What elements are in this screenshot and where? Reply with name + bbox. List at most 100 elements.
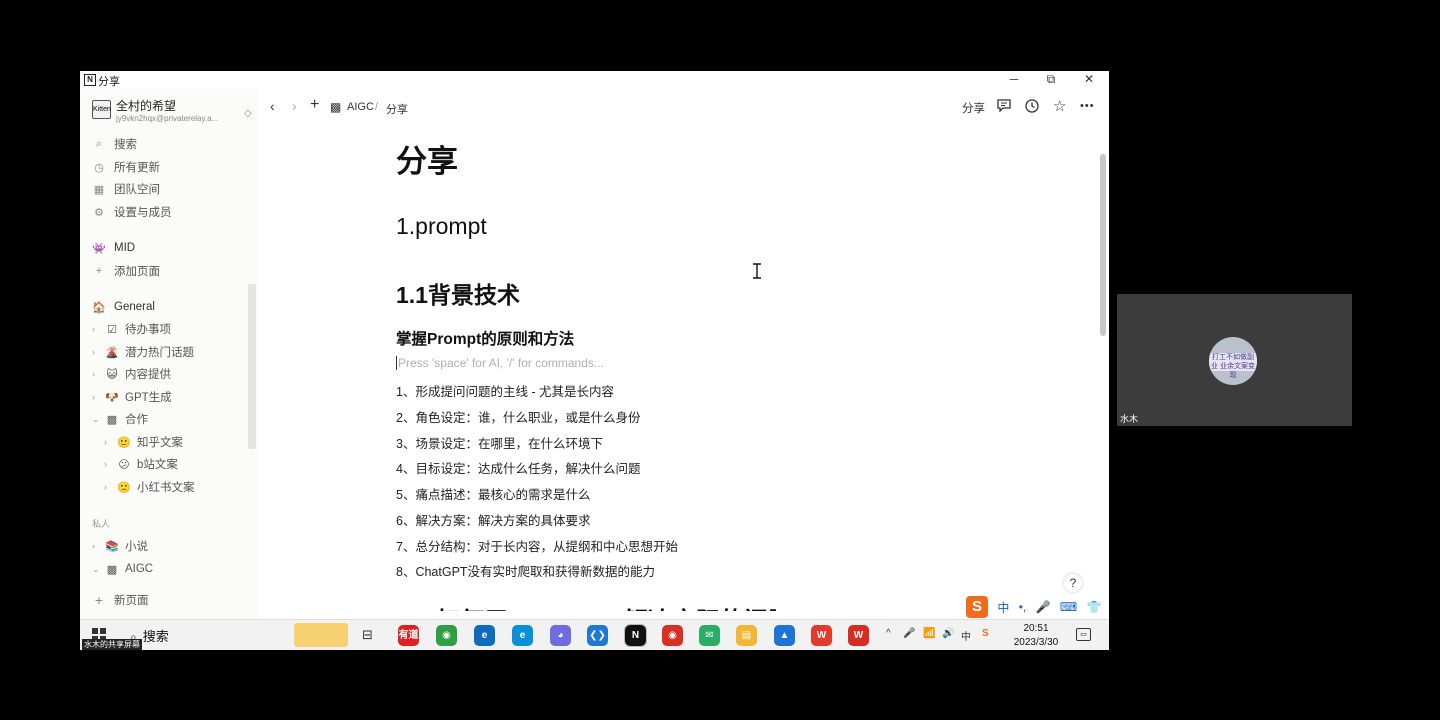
- taskbar-app-wechat[interactable]: ✉: [699, 625, 720, 646]
- page-title[interactable]: 分享: [396, 136, 458, 181]
- taskbar-app-vscode[interactable]: ❮❯: [587, 625, 608, 646]
- sidebar-item-teamspaces[interactable]: ▦ 团队空间: [92, 179, 160, 199]
- avatar-text: 打工不如做副业 业余文案变现: [1209, 353, 1257, 379]
- taskbar-search[interactable]: ⌕ 搜索: [130, 626, 169, 645]
- sidebar-item-gpt[interactable]: › 🐶 GPT生成: [92, 387, 172, 407]
- chevron-down-icon[interactable]: ⌄: [92, 564, 102, 575]
- more-button[interactable]: •••: [1080, 100, 1095, 112]
- list-item[interactable]: 7、总分结构：对于长内容，从提纲和中心思想开始: [396, 536, 678, 555]
- pattern-icon: ▩: [330, 100, 342, 114]
- sidebar-item-search[interactable]: ⌕ 搜索: [92, 134, 137, 154]
- sidebar-item-bilibili[interactable]: › 😕 b站文案: [104, 454, 178, 474]
- sogou-logo-icon[interactable]: S: [966, 596, 988, 618]
- help-button[interactable]: ?: [1064, 574, 1082, 592]
- page-scrollbar[interactable]: [1100, 154, 1106, 336]
- taskbar-app-chrome-profile[interactable]: ◉: [662, 625, 683, 646]
- add-button[interactable]: +: [310, 96, 319, 114]
- taskbar-app-discord[interactable]: ◕: [550, 625, 571, 646]
- chevron-right-icon[interactable]: ›: [92, 369, 102, 379]
- notification-icon[interactable]: ▭: [1076, 628, 1091, 641]
- heading-principles[interactable]: 掌握Prompt的原则和方法: [396, 327, 574, 349]
- search-highlight-icon[interactable]: [294, 623, 348, 647]
- keyboard-icon[interactable]: ⌨: [1060, 600, 1077, 614]
- chevron-right-icon[interactable]: ›: [92, 347, 102, 357]
- taskbar-app-wps[interactable]: W: [811, 625, 832, 646]
- sidebar-item-updates[interactable]: ◷ 所有更新: [92, 157, 160, 177]
- sidebar-item-hot-topics[interactable]: › 🌋 潜力热门话题: [92, 342, 194, 362]
- minimize-button[interactable]: ─: [999, 72, 1029, 86]
- chevron-down-icon[interactable]: ⌄: [92, 414, 102, 425]
- sidebar-item-cooperation[interactable]: ⌄ ▩ 合作: [92, 409, 148, 429]
- list-item[interactable]: 6、解决方案：解决方案的具体要求: [396, 510, 590, 529]
- chevron-right-icon[interactable]: ›: [92, 324, 102, 334]
- ime-chinese-toggle[interactable]: 中: [997, 599, 1009, 616]
- topbar: ‹ › + ▩ AIGC / 分享 分享 ☆ •••: [258, 89, 1109, 125]
- sidebar-scrollbar[interactable]: [248, 284, 256, 449]
- chevron-right-icon[interactable]: ›: [92, 392, 102, 402]
- comment-icon[interactable]: [997, 99, 1011, 115]
- sidebar-item-xiaohongshu[interactable]: › 🙁 小红书文案: [104, 477, 195, 497]
- task-view-icon[interactable]: ⊟: [362, 627, 373, 643]
- ime-toolbar[interactable]: S 中 •, 🎤 ⌨ 👕 ▦: [966, 596, 1109, 618]
- chevron-right-icon[interactable]: ›: [104, 437, 114, 447]
- microphone-icon[interactable]: 🎤: [1036, 600, 1051, 614]
- list-item[interactable]: 5、痛点描述：最核心的需求是什么: [396, 484, 590, 503]
- close-button[interactable]: ✕: [1074, 72, 1104, 86]
- workspace-toggle-icon[interactable]: ◇: [244, 108, 252, 119]
- heading-prompt[interactable]: 1.prompt: [396, 213, 487, 240]
- chevron-right-icon[interactable]: ›: [104, 459, 114, 469]
- wifi-icon[interactable]: 📶: [923, 628, 935, 639]
- chevron-right-icon[interactable]: ›: [92, 541, 102, 551]
- list-item[interactable]: 8、ChatGPT没有实时爬取和获得新数据的能力: [396, 561, 655, 580]
- empty-block-placeholder[interactable]: Press 'space' for AI, '/' for commands..…: [396, 356, 604, 370]
- microphone-icon[interactable]: 🎤: [903, 628, 915, 639]
- list-item[interactable]: 3、场景设定：在哪里，在什么环境下: [396, 433, 603, 452]
- taskbar-app-explorer[interactable]: ▤: [736, 625, 757, 646]
- taskbar-app-chrome[interactable]: ◉: [436, 625, 457, 646]
- sidebar-item-zhihu[interactable]: › 🙂 知乎文案: [104, 432, 183, 452]
- sidebar-item-todo[interactable]: › ☑ 待办事项: [92, 319, 171, 339]
- list-item[interactable]: 2、角色设定：谁，什么职业，或是什么身份: [396, 407, 640, 426]
- chevron-right-icon[interactable]: ›: [104, 482, 114, 492]
- photos-icon: ▲: [779, 630, 790, 641]
- clock-icon: ◷: [94, 161, 104, 174]
- breadcrumb-current[interactable]: 分享: [386, 101, 408, 117]
- skin-icon[interactable]: 👕: [1087, 600, 1102, 614]
- tray-expand-icon[interactable]: ^: [886, 628, 891, 639]
- sidebar-item-aigc[interactable]: ⌄ ▩ AIGC: [92, 559, 153, 579]
- volume-icon[interactable]: 🔊: [942, 628, 954, 639]
- taskbar-app-notion[interactable]: N: [624, 624, 647, 647]
- edge-dev-icon: e: [481, 630, 488, 641]
- input-language-indicator[interactable]: 中: [961, 628, 971, 643]
- taskbar-app-edge-dev[interactable]: e: [474, 625, 495, 646]
- sidebar-item-settings[interactable]: ⚙ 设置与成员: [92, 202, 171, 222]
- taskbar-app-edge[interactable]: e: [512, 625, 533, 646]
- sidebar-item-mid[interactable]: 👾 MID: [92, 238, 135, 258]
- sidebar-item-novel[interactable]: › 📚 小说: [92, 536, 148, 556]
- taskbar-app-youdao[interactable]: 有道: [398, 625, 419, 646]
- windows-taskbar: 水木的共享屏幕 ⌕ 搜索 ⊟ 有道 ◉ e e ◕ ❮❯ N ◉ ✉ ▤ ▲ W …: [80, 619, 1109, 650]
- video-participant-tile[interactable]: 打工不如做副业 业余文案变现 水木: [1117, 294, 1352, 426]
- breadcrumb-aigc[interactable]: AIGC: [347, 101, 374, 113]
- heading-partially-visible[interactable]: 2 如何用 ChatGPT 解决实际的问题: [396, 601, 776, 611]
- forward-button[interactable]: ›: [292, 98, 297, 114]
- sidebar-item-content[interactable]: › 😺 内容提供: [92, 364, 171, 384]
- clock-icon[interactable]: [1025, 99, 1039, 116]
- taskbar-clock[interactable]: 20:51 2023/3/30: [1002, 622, 1070, 650]
- restore-button[interactable]: ⧉: [1036, 72, 1066, 87]
- plus-icon: +: [94, 592, 104, 608]
- sidebar-add-page[interactable]: + 添加页面: [92, 261, 160, 281]
- back-button[interactable]: ‹: [270, 98, 275, 114]
- share-button[interactable]: 分享: [962, 100, 985, 116]
- list-item[interactable]: 4、目标设定：达成什么任务，解决什么问题: [396, 458, 640, 477]
- star-icon[interactable]: ☆: [1053, 97, 1066, 115]
- taskbar-app-photos[interactable]: ▲: [774, 625, 795, 646]
- sidebar-item-label: 团队空间: [114, 184, 160, 196]
- taskbar-app-wps-office[interactable]: W: [848, 625, 869, 646]
- heading-background[interactable]: 1.1背景技术: [396, 276, 520, 310]
- sidebar-item-general[interactable]: 🏠 General: [92, 297, 155, 317]
- list-item[interactable]: 1、形成提问问题的主线 - 尤其是长内容: [396, 381, 614, 400]
- ime-punctuation-icon[interactable]: •,: [1019, 600, 1027, 614]
- sidebar-new-page[interactable]: + 新页面: [92, 590, 149, 610]
- sogou-tray-icon[interactable]: S: [982, 628, 989, 639]
